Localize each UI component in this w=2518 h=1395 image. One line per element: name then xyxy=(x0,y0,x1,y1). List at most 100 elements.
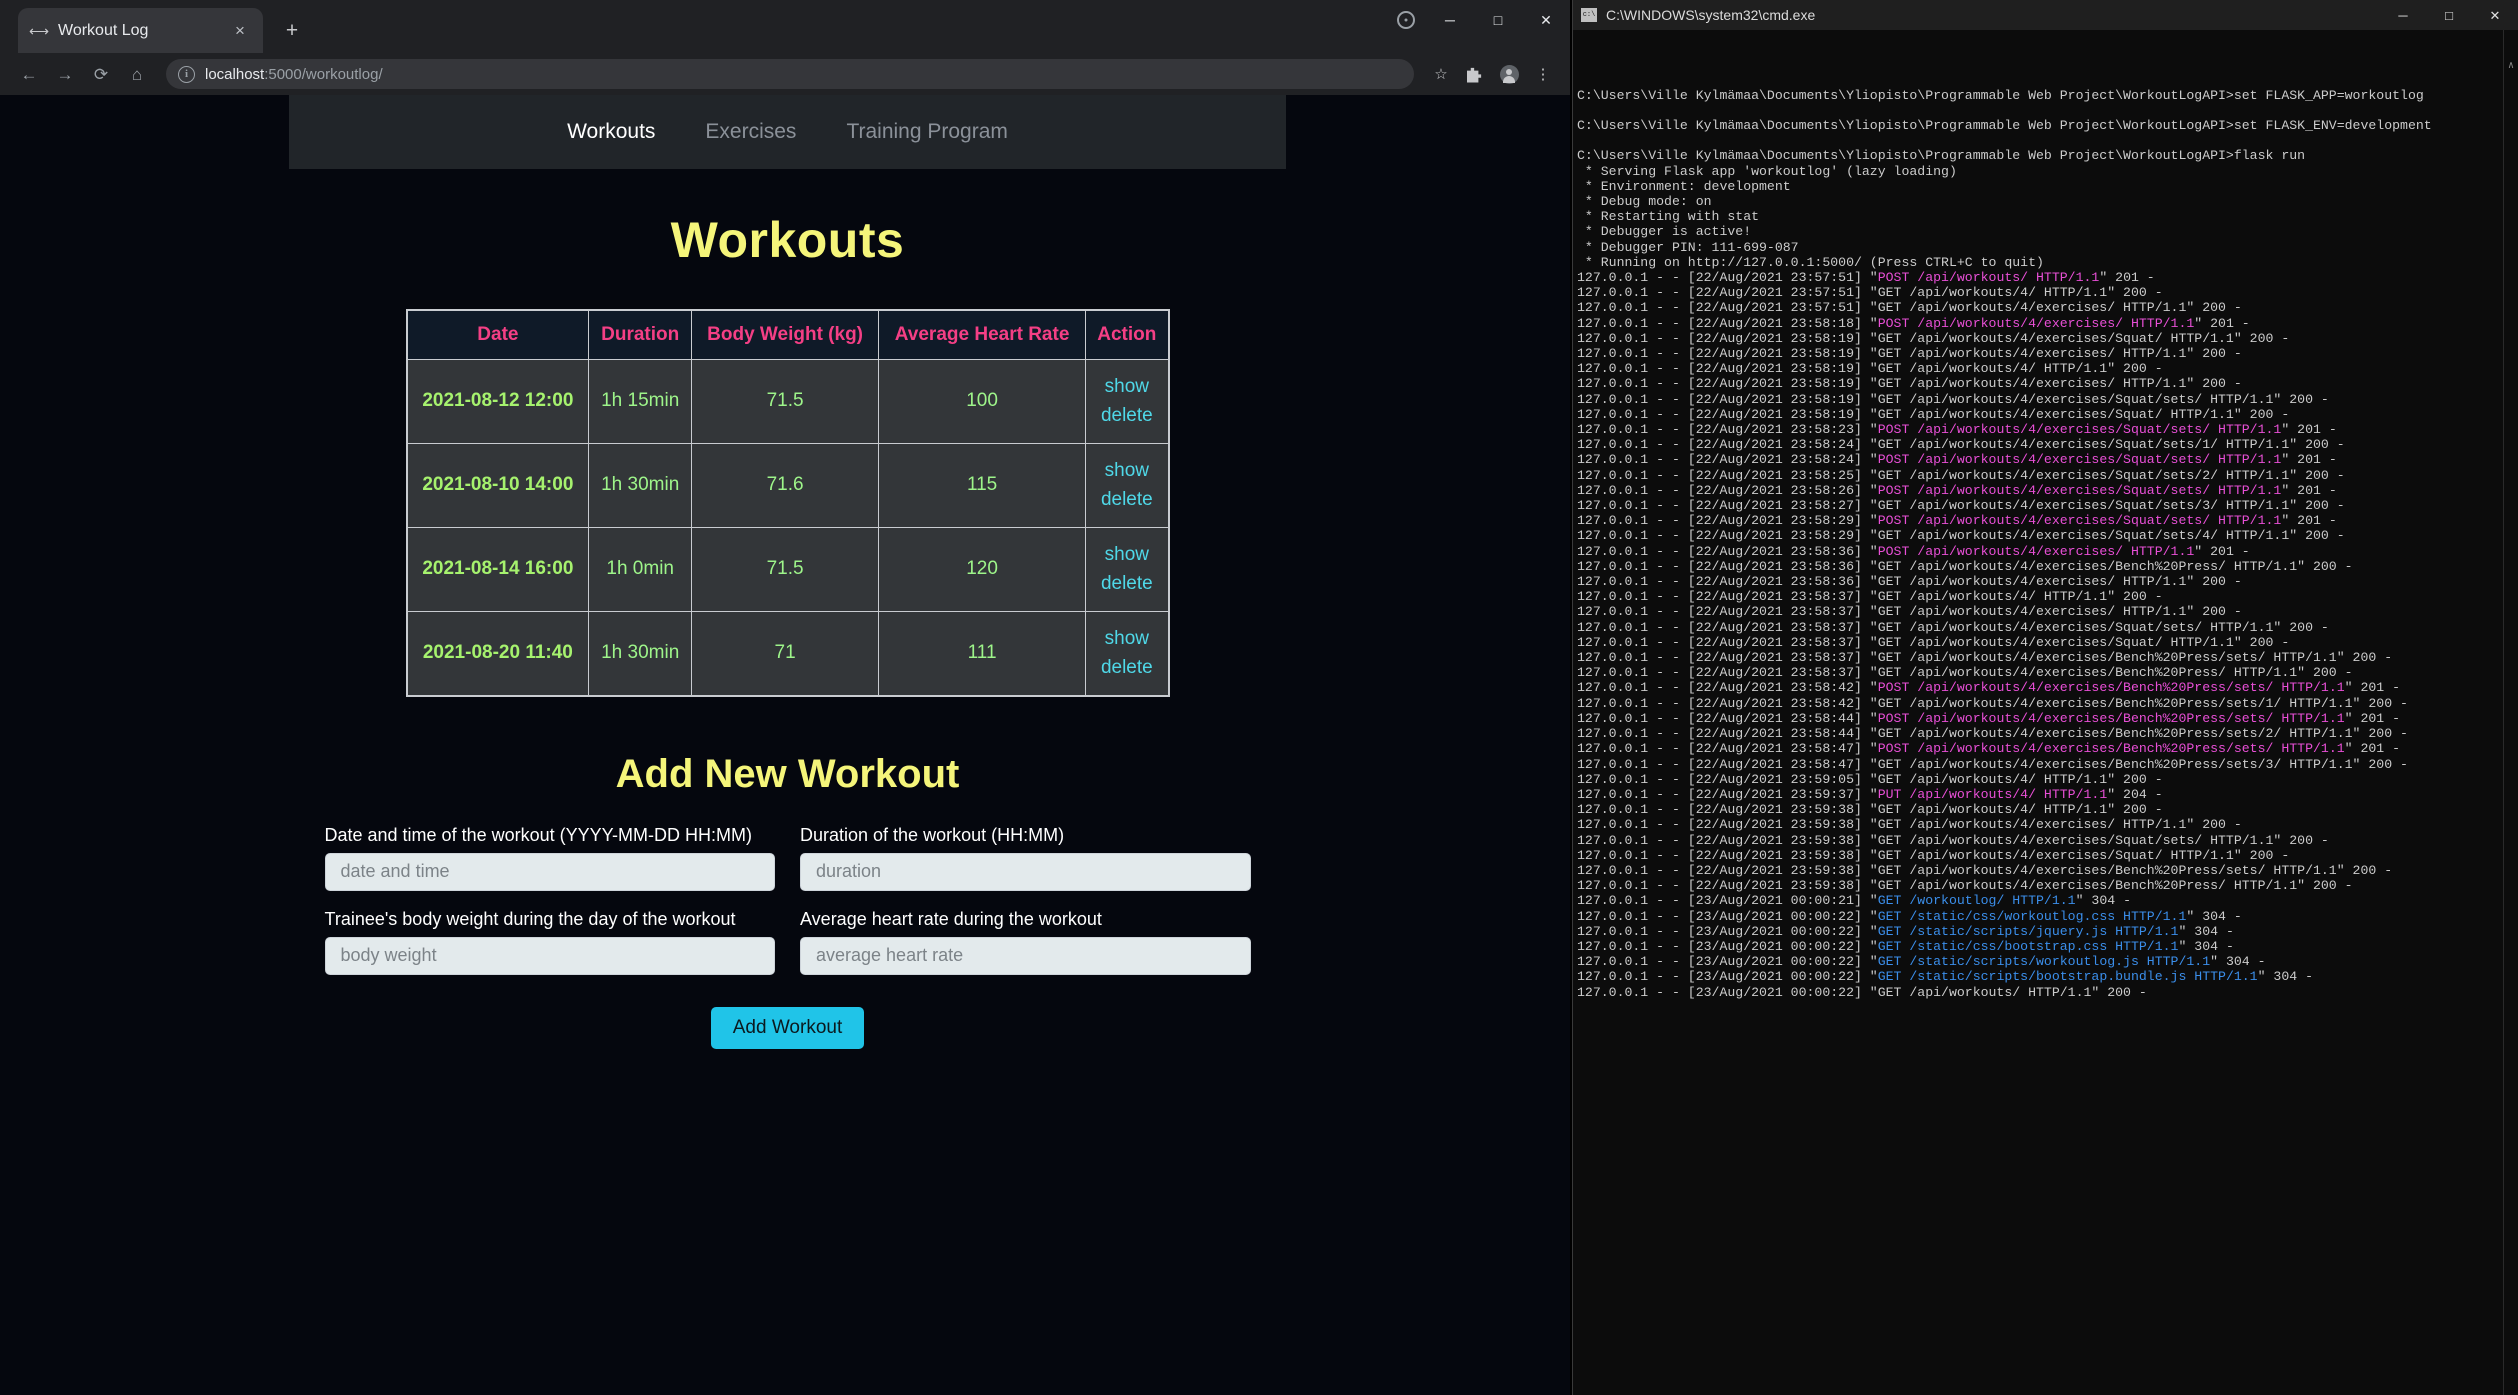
cell-duration: 1h 30min xyxy=(588,610,693,697)
url-text: localhost:5000/workoutlog/ xyxy=(205,66,383,83)
show-link[interactable]: show xyxy=(1094,456,1159,485)
home-icon[interactable]: ⌂ xyxy=(120,57,154,91)
terminal-minimize-button[interactable]: ─ xyxy=(2380,0,2426,30)
page-container: Workouts Exercises Training Program Work… xyxy=(289,95,1286,1083)
table-row: 2021-08-14 16:00 1h 0min 71.5 120 show d… xyxy=(405,526,1169,612)
cell-body-weight: 71 xyxy=(691,610,880,697)
terminal-line: 127.0.0.1 - - [22/Aug/2021 23:59:38] "GE… xyxy=(1577,817,2242,833)
browser-menu-icon[interactable]: ⋮ xyxy=(1528,59,1558,89)
field-duration: Duration of the workout (HH:MM) xyxy=(800,825,1251,891)
delete-link[interactable]: delete xyxy=(1094,653,1159,682)
terminal-line: 127.0.0.1 - - [22/Aug/2021 23:58:36] "GE… xyxy=(1577,574,2242,590)
terminal-request-line: 127.0.0.1 - - [22/Aug/2021 23:58:26] "PO… xyxy=(1577,482,2337,498)
terminal-request-line: 127.0.0.1 - - [22/Aug/2021 23:58:44] "PO… xyxy=(1577,710,2401,726)
terminal-scrollbar[interactable]: ∧ xyxy=(2503,30,2518,1395)
url-path: :5000/workoutlog/ xyxy=(264,65,383,83)
terminal-request-line: 127.0.0.1 - - [22/Aug/2021 23:59:37] "PU… xyxy=(1577,786,2163,802)
browser-tab[interactable]: ⟷ Workout Log × xyxy=(18,8,263,53)
terminal-line: 127.0.0.1 - - [22/Aug/2021 23:59:05] "GE… xyxy=(1577,771,2163,787)
scroll-up-icon[interactable]: ∧ xyxy=(2504,60,2518,74)
address-bar[interactable]: i localhost:5000/workoutlog/ xyxy=(166,59,1414,89)
site-info-icon[interactable]: i xyxy=(178,65,195,83)
show-link[interactable]: show xyxy=(1094,372,1159,401)
terminal-request-line: 127.0.0.1 - - [22/Aug/2021 23:58:36] "PO… xyxy=(1577,543,2250,559)
add-workout-button[interactable]: Add Workout xyxy=(710,1006,865,1049)
table-row: 2021-08-12 12:00 1h 15min 71.5 100 show … xyxy=(405,359,1169,444)
terminal-line: * Debug mode: on xyxy=(1577,193,1712,209)
browser-extra-icon[interactable] xyxy=(1386,0,1426,40)
nav-item-workouts[interactable]: Workouts xyxy=(542,120,680,144)
average-heart-rate-input[interactable] xyxy=(800,936,1251,975)
new-tab-button[interactable]: + xyxy=(277,15,307,45)
terminal-request-line: 127.0.0.1 - - [22/Aug/2021 23:58:29] "PO… xyxy=(1577,513,2337,529)
table-row: 2021-08-10 14:00 1h 30min 71.6 115 show … xyxy=(405,442,1169,528)
minimize-window-button[interactable]: ─ xyxy=(1426,0,1474,40)
cell-action: show delete xyxy=(1085,442,1169,528)
cmd-icon: c:\ xyxy=(1581,8,1597,22)
close-tab-icon[interactable]: × xyxy=(229,20,251,42)
site-navbar: Workouts Exercises Training Program xyxy=(289,95,1286,169)
column-header-body-weight: Body Weight (kg) xyxy=(691,309,880,360)
label-average-heart-rate: Average heart rate during the workout xyxy=(800,908,1102,929)
close-window-button[interactable]: ✕ xyxy=(1522,0,1570,40)
page-viewport: Workouts Exercises Training Program Work… xyxy=(0,95,1570,1395)
terminal-close-button[interactable]: ✕ xyxy=(2472,0,2518,30)
omnibox-bar: ← → ⟳ ⌂ i localhost:5000/workoutlog/ ☆ ⋮ xyxy=(0,53,1570,95)
body-weight-input[interactable] xyxy=(324,936,775,975)
cell-date: 2021-08-10 14:00 xyxy=(405,442,590,528)
terminal-line: 127.0.0.1 - - [23/Aug/2021 00:00:22] "GE… xyxy=(1577,984,2147,1000)
cell-date: 2021-08-20 11:40 xyxy=(405,610,590,697)
cell-duration: 1h 0min xyxy=(588,526,693,612)
screen: ⟷ Workout Log × + ─ □ ✕ ← → ⟳ ⌂ i localh… xyxy=(0,0,2518,1395)
cell-body-weight: 71.5 xyxy=(691,359,880,444)
terminal-line: 127.0.0.1 - - [22/Aug/2021 23:59:38] "GE… xyxy=(1577,862,2393,878)
terminal-request-line: 127.0.0.1 - - [23/Aug/2021 00:00:22] "GE… xyxy=(1577,969,2314,985)
delete-link[interactable]: delete xyxy=(1094,401,1159,430)
duration-input[interactable] xyxy=(800,852,1251,891)
terminal-line: C:\Users\Ville Kylmämaa\Documents\Yliopi… xyxy=(1577,148,2306,164)
terminal-line: C:\Users\Ville Kylmämaa\Documents\Yliopi… xyxy=(1577,87,2424,103)
delete-link[interactable]: delete xyxy=(1094,485,1159,514)
date-time-input[interactable] xyxy=(324,852,775,891)
cell-duration: 1h 30min xyxy=(588,442,693,528)
terminal-request-line: 127.0.0.1 - - [23/Aug/2021 00:00:21] "GE… xyxy=(1577,893,2131,909)
terminal-maximize-button[interactable]: □ xyxy=(2426,0,2472,30)
delete-link[interactable]: delete xyxy=(1094,569,1159,598)
field-average-heart-rate: Average heart rate during the workout xyxy=(800,909,1251,975)
terminal-line: 127.0.0.1 - - [22/Aug/2021 23:58:19] "GE… xyxy=(1577,330,2290,346)
bookmark-star-icon[interactable]: ☆ xyxy=(1426,59,1456,89)
extensions-icon[interactable] xyxy=(1460,59,1490,89)
cell-average-heart-rate: 120 xyxy=(878,526,1087,612)
form-title: Add New Workout xyxy=(615,751,960,796)
url-host: localhost xyxy=(205,65,265,83)
terminal-request-line: 127.0.0.1 - - [22/Aug/2021 23:58:42] "PO… xyxy=(1577,680,2401,696)
terminal-request-line: 127.0.0.1 - - [23/Aug/2021 00:00:22] "GE… xyxy=(1577,908,2242,924)
show-link[interactable]: show xyxy=(1094,624,1159,653)
table-header-row: Date Duration Body Weight (kg) Average H… xyxy=(405,309,1169,360)
cell-body-weight: 71.6 xyxy=(691,442,880,528)
terminal-line: 127.0.0.1 - - [22/Aug/2021 23:58:19] "GE… xyxy=(1577,361,2163,377)
terminal-line: 127.0.0.1 - - [22/Aug/2021 23:58:42] "GE… xyxy=(1577,695,2408,711)
cell-duration: 1h 15min xyxy=(588,359,693,444)
nav-item-exercises[interactable]: Exercises xyxy=(680,120,821,144)
reload-icon[interactable]: ⟳ xyxy=(84,57,118,91)
terminal-line: * Debugger PIN: 111-699-087 xyxy=(1577,239,1799,255)
terminal-line: 127.0.0.1 - - [22/Aug/2021 23:58:37] "GE… xyxy=(1577,604,2242,620)
forward-icon[interactable]: → xyxy=(48,57,82,91)
cell-average-heart-rate: 115 xyxy=(878,442,1087,528)
maximize-window-button[interactable]: □ xyxy=(1474,0,1522,40)
terminal-request-line: 127.0.0.1 - - [23/Aug/2021 00:00:22] "GE… xyxy=(1577,923,2234,939)
terminal-line: * Environment: development xyxy=(1577,178,1791,194)
nav-item-training-program[interactable]: Training Program xyxy=(821,120,1032,144)
terminal-line: 127.0.0.1 - - [22/Aug/2021 23:58:19] "GE… xyxy=(1577,346,2242,362)
terminal-request-line: 127.0.0.1 - - [23/Aug/2021 00:00:22] "GE… xyxy=(1577,938,2234,954)
back-icon[interactable]: ← xyxy=(12,57,46,91)
profile-avatar-icon[interactable] xyxy=(1494,59,1524,89)
terminal-log-lines: C:\Users\Ville Kylmämaa\Documents\Yliopi… xyxy=(1577,72,2518,1000)
table-body: 2021-08-12 12:00 1h 15min 71.5 100 show … xyxy=(405,359,1169,697)
terminal-line: 127.0.0.1 - - [22/Aug/2021 23:58:37] "GE… xyxy=(1577,619,2329,635)
terminal-request-line: 127.0.0.1 - - [22/Aug/2021 23:58:24] "PO… xyxy=(1577,452,2337,468)
terminal-line: 127.0.0.1 - - [22/Aug/2021 23:58:36] "GE… xyxy=(1577,558,2353,574)
show-link[interactable]: show xyxy=(1094,540,1159,569)
